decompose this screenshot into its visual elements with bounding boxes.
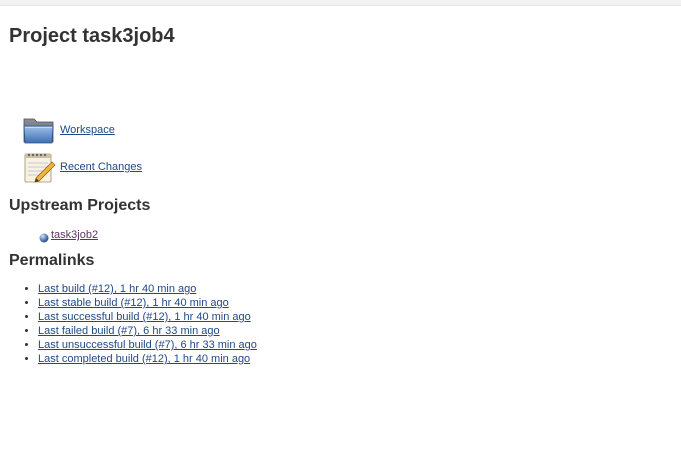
upstream-project-link[interactable]: task3job2: [51, 229, 98, 241]
permalink-last-unsuccessful-build[interactable]: Last unsuccessful build (#7), 6 hr 33 mi…: [38, 339, 257, 351]
permalink-last-build[interactable]: Last build (#12), 1 hr 40 min ago: [38, 283, 196, 295]
page-title: Project task3job4: [9, 25, 175, 47]
permalink-item: Last successful build (#12), 1 hr 40 min…: [38, 310, 257, 324]
permalinks-heading: Permalinks: [9, 252, 95, 269]
permalink-last-stable-build[interactable]: Last stable build (#12), 1 hr 40 min ago: [38, 297, 229, 309]
task-recent-changes[interactable]: Recent Changes: [22, 151, 142, 183]
permalink-last-completed-build[interactable]: Last completed build (#12), 1 hr 40 min …: [38, 353, 250, 365]
permalink-item: Last build (#12), 1 hr 40 min ago: [38, 282, 257, 296]
top-bar: [0, 0, 681, 6]
folder-icon: [22, 114, 56, 146]
recent-changes-link[interactable]: Recent Changes: [60, 161, 142, 173]
notepad-icon: [22, 151, 56, 183]
upstream-projects-heading: Upstream Projects: [9, 197, 151, 214]
permalink-item: Last completed build (#12), 1 hr 40 min …: [38, 352, 257, 366]
permalink-item: Last failed build (#7), 6 hr 33 min ago: [38, 324, 257, 338]
upstream-project-item[interactable]: task3job2: [39, 229, 98, 243]
permalink-item: Last stable build (#12), 1 hr 40 min ago: [38, 296, 257, 310]
workspace-link[interactable]: Workspace: [60, 124, 115, 136]
permalink-item: Last unsuccessful build (#7), 6 hr 33 mi…: [38, 338, 257, 352]
permalinks-list: Last build (#12), 1 hr 40 min ago Last s…: [0, 282, 257, 366]
permalink-last-failed-build[interactable]: Last failed build (#7), 6 hr 33 min ago: [38, 325, 220, 337]
permalink-last-successful-build[interactable]: Last successful build (#12), 1 hr 40 min…: [38, 311, 251, 323]
blue-ball-icon: [39, 230, 49, 243]
task-workspace[interactable]: Workspace: [22, 114, 115, 146]
